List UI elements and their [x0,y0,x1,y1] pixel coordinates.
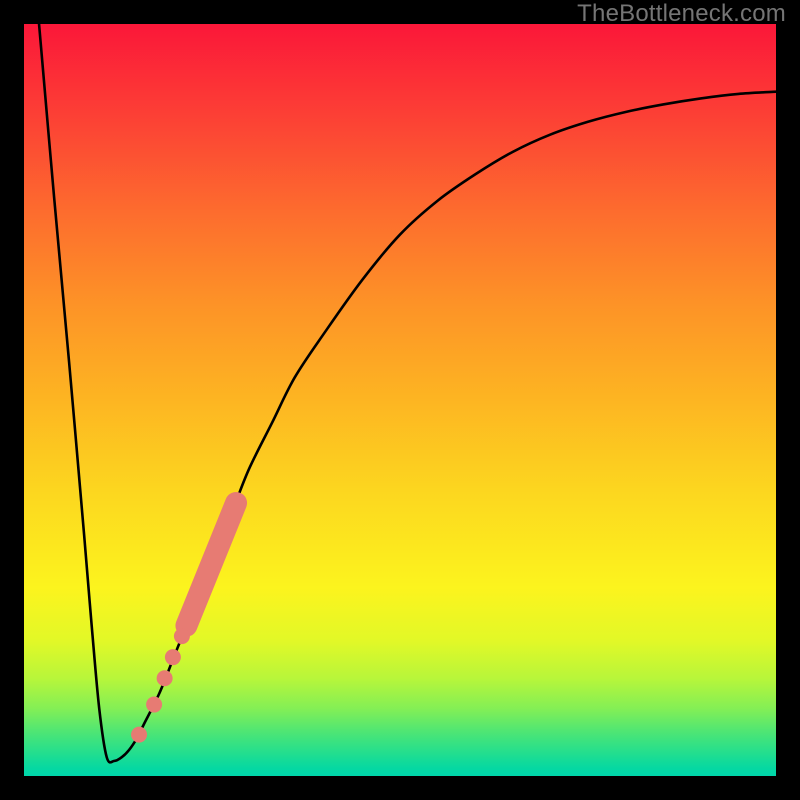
highlight-point [157,670,173,686]
highlight-point [165,649,181,665]
bottleneck-curve [39,24,776,762]
chart-frame: TheBottleneck.com [0,0,800,800]
highlight-point [174,628,190,644]
highlight-point [131,727,147,743]
watermark-text: TheBottleneck.com [577,0,786,28]
plot-area [24,24,776,776]
highlight-point [146,697,162,713]
curve-overlay-svg [24,24,776,776]
highlight-segment [186,503,236,626]
